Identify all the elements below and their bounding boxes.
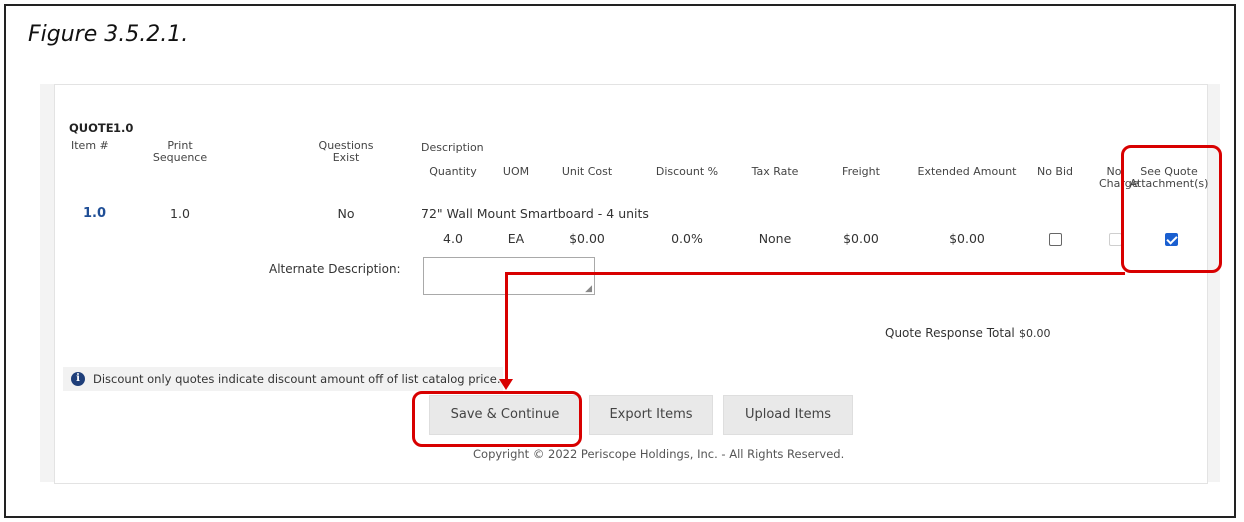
annotation-arrow-head-icon: [499, 379, 513, 390]
figure-frame: Figure 3.5.2.1. QUOTE 1.0 Item # Print S…: [4, 4, 1236, 518]
col-freight-header: Freight: [842, 165, 880, 178]
highlight-see-quote-attachments: [1121, 145, 1222, 273]
tax-rate-value[interactable]: None: [735, 231, 815, 246]
info-icon: i: [71, 372, 85, 386]
questions-exist-value: No: [337, 206, 355, 221]
upload-items-button[interactable]: Upload Items: [723, 395, 853, 435]
item-number-link[interactable]: 1.0: [83, 206, 106, 221]
info-message-text: Discount only quotes indicate discount a…: [93, 372, 501, 386]
quote-number: 1.0: [113, 121, 134, 135]
col-discount-header: Discount %: [655, 165, 719, 178]
print-sequence-value: 1.0: [170, 206, 190, 221]
quantity-value[interactable]: 4.0: [425, 231, 481, 246]
col-item-header: Item #: [71, 139, 109, 152]
highlight-save-continue: [412, 391, 582, 447]
copyright-text: Copyright © 2022 Periscope Holdings, Inc…: [473, 447, 845, 461]
col-tax-rate-header: Tax Rate: [751, 165, 799, 178]
quote-total-value: $0.00: [1019, 327, 1051, 340]
no-bid-checkbox[interactable]: [1049, 233, 1062, 246]
annotation-arrow-horizontal: [505, 272, 1125, 275]
freight-value[interactable]: $0.00: [831, 231, 891, 246]
screenshot-area: QUOTE 1.0 Item # Print Sequence Question…: [40, 84, 1220, 484]
col-no-bid-header: No Bid: [1036, 165, 1074, 178]
annotation-arrow-vertical: [505, 272, 508, 382]
item-description: 72" Wall Mount Smartboard - 4 units: [421, 206, 649, 221]
uom-value: EA: [507, 231, 525, 246]
unit-cost-value[interactable]: $0.00: [551, 231, 623, 246]
col-questions-header-2: Exist: [332, 151, 360, 164]
alternate-description-input[interactable]: ◢: [423, 257, 595, 295]
col-description-header: Description: [421, 141, 484, 154]
extended-amount-value: $0.00: [949, 231, 985, 246]
resize-grip-icon[interactable]: ◢: [585, 284, 592, 293]
discount-value[interactable]: 0.0%: [647, 231, 727, 246]
alternate-description-label: Alternate Description:: [269, 262, 401, 276]
col-extended-amount-header: Extended Amount: [917, 165, 1017, 178]
col-unit-cost-header: Unit Cost: [561, 165, 613, 178]
quote-label: QUOTE: [69, 121, 114, 135]
col-quantity-header: Quantity: [429, 165, 477, 178]
col-uom-header: UOM: [502, 165, 530, 178]
col-print-seq-header-2: Sequence: [152, 151, 208, 164]
quote-total-label: Quote Response Total: [885, 326, 1015, 340]
export-items-button[interactable]: Export Items: [589, 395, 713, 435]
quote-panel: QUOTE 1.0 Item # Print Sequence Question…: [54, 84, 1208, 484]
info-message: i Discount only quotes indicate discount…: [63, 367, 503, 391]
figure-caption: Figure 3.5.2.1.: [28, 22, 189, 47]
